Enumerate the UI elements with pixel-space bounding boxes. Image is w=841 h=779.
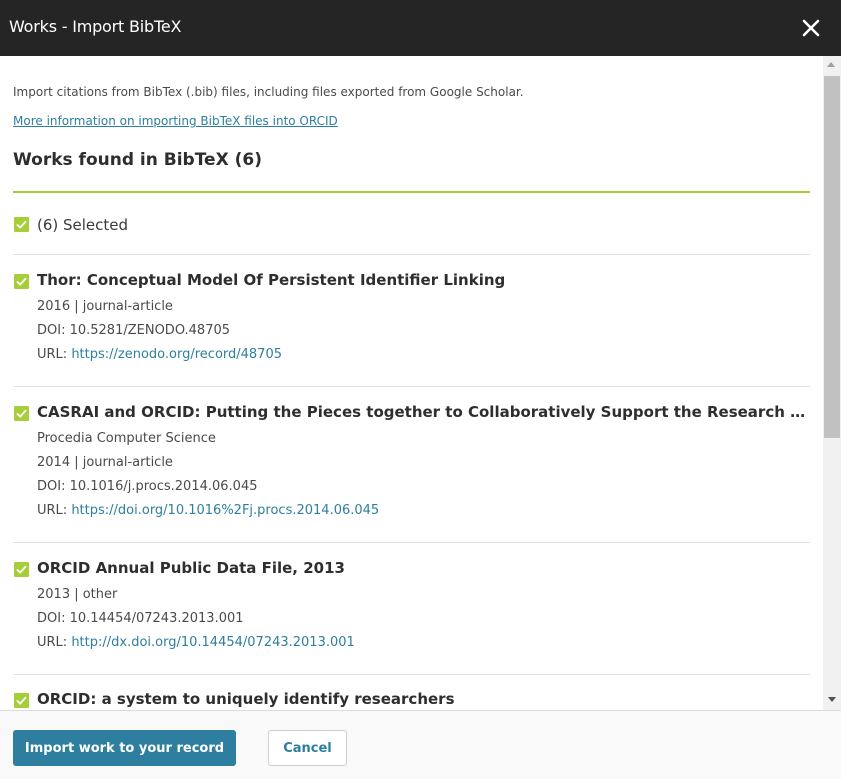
select-all-row[interactable]: (6) Selected — [13, 216, 810, 254]
work-url-label: URL: — [37, 635, 72, 650]
work-checkbox[interactable] — [14, 693, 29, 708]
dialog-title: Works - Import BibTeX — [9, 17, 182, 36]
close-icon[interactable] — [801, 18, 821, 38]
dialog-titlebar: Works - Import BibTeX — [0, 0, 841, 56]
import-work-button[interactable]: Import work to your record — [13, 730, 236, 766]
work-meta: 2016 | journal-article — [37, 299, 173, 314]
work-url-link[interactable]: http://dx.doi.org/10.14454/07243.2013.00… — [71, 635, 354, 650]
work-checkbox[interactable] — [14, 274, 29, 289]
work-checkbox[interactable] — [14, 406, 29, 421]
work-title: ORCID: a system to uniquely identify res… — [37, 690, 455, 708]
work-url-link[interactable]: https://doi.org/10.1016%2Fj.procs.2014.0… — [71, 503, 379, 518]
divider — [13, 254, 810, 255]
vertical-scrollbar[interactable] — [823, 56, 841, 710]
intro-text: Import citations from BibTex (.bib) file… — [13, 85, 524, 99]
select-all-checkbox[interactable] — [14, 217, 29, 232]
scroll-down-arrow-icon[interactable] — [828, 697, 836, 702]
work-url-line: URL: https://zenodo.org/record/48705 — [37, 347, 282, 362]
dialog-footer: Import work to your record Cancel — [0, 710, 841, 779]
work-meta: 2013 | other — [37, 587, 118, 602]
divider — [13, 542, 810, 543]
work-url-line: URL: http://dx.doi.org/10.14454/07243.20… — [37, 635, 355, 650]
cancel-button[interactable]: Cancel — [268, 730, 347, 766]
work-title: CASRAI and ORCID: Putting the Pieces tog… — [37, 403, 809, 421]
works-found-heading: Works found in BibTeX (6) — [13, 150, 262, 170]
work-checkbox[interactable] — [14, 562, 29, 577]
scrollbar-thumb[interactable] — [824, 76, 840, 438]
work-title: ORCID Annual Public Data File, 2013 — [37, 559, 345, 577]
divider — [13, 386, 810, 387]
work-doi: DOI: 10.5281/ZENODO.48705 — [37, 323, 231, 338]
dialog-body[interactable]: Import citations from BibTex (.bib) file… — [0, 56, 841, 710]
work-doi: DOI: 10.14454/07243.2013.001 — [37, 611, 244, 626]
work-journal: Procedia Computer Science — [37, 431, 216, 446]
scroll-up-arrow-icon[interactable] — [827, 62, 835, 67]
work-url-line: URL: https://doi.org/10.1016%2Fj.procs.2… — [37, 503, 379, 518]
work-url-label: URL: — [37, 503, 72, 518]
more-info-link[interactable]: More information on importing BibTeX fil… — [13, 114, 338, 128]
work-meta: 2014 | journal-article — [37, 455, 173, 470]
selected-count-label: (6) Selected — [37, 216, 129, 234]
work-url-label: URL: — [37, 347, 72, 362]
work-url-link[interactable]: https://zenodo.org/record/48705 — [71, 347, 282, 362]
heading-underline — [13, 191, 810, 193]
work-doi: DOI: 10.1016/j.procs.2014.06.045 — [37, 479, 258, 494]
divider — [13, 674, 810, 675]
work-title: Thor: Conceptual Model Of Persistent Ide… — [37, 271, 506, 289]
